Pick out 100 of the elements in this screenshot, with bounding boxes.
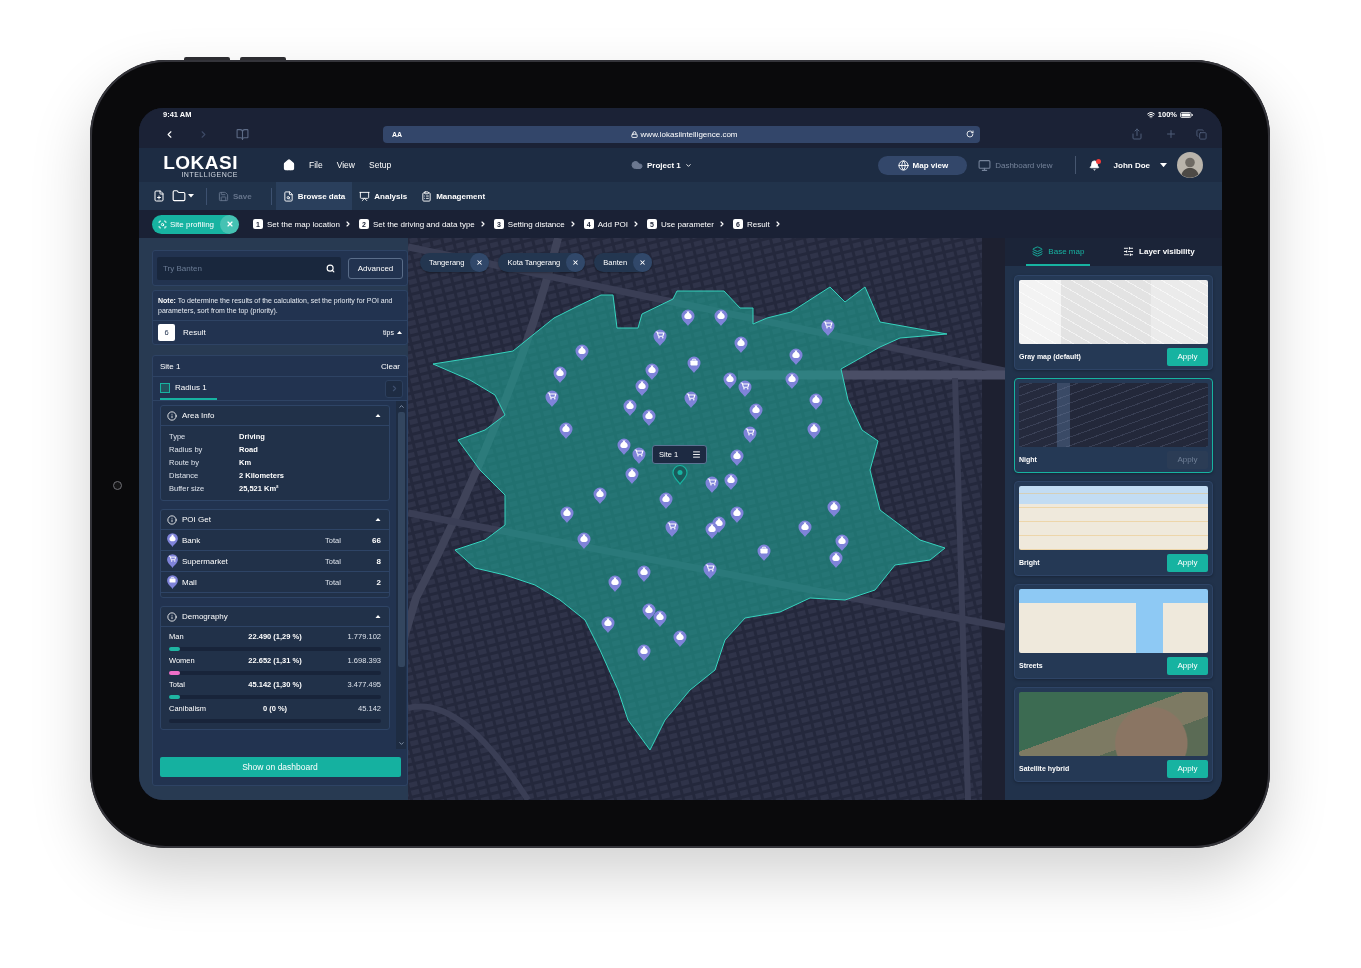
money-bag-pin-icon[interactable] (724, 473, 738, 490)
info-icon (167, 514, 177, 525)
money-bag-pin-icon[interactable] (723, 372, 737, 389)
avatar-icon[interactable] (1177, 152, 1203, 178)
money-bag-pin-icon[interactable] (730, 449, 744, 466)
menu-icon[interactable] (692, 450, 702, 459)
step-label[interactable]: Set the driving and data type (372, 219, 475, 229)
clear-button[interactable]: Clear (380, 361, 400, 371)
scan-search-icon (158, 219, 167, 229)
frame-ridge (240, 57, 286, 60)
new-file-icon[interactable] (153, 190, 165, 202)
cart-pin-icon[interactable] (703, 562, 717, 579)
user-menu-button[interactable]: John Doe (1113, 160, 1167, 170)
cart-pin-icon[interactable] (665, 520, 679, 537)
advanced-button[interactable]: Advanced (348, 257, 403, 279)
money-bag-pin-icon[interactable] (608, 575, 622, 592)
money-bag-pin-icon[interactable] (637, 565, 651, 582)
money-bag-pin-icon[interactable] (625, 467, 639, 484)
money-bag-pin-icon[interactable] (560, 506, 574, 523)
money-bag-pin-icon[interactable] (798, 520, 812, 537)
step-label[interactable]: Use parameter (661, 219, 714, 229)
money-bag-pin-icon[interactable] (635, 379, 649, 396)
money-bag-pin-icon[interactable] (730, 506, 744, 523)
cart-pin-icon[interactable] (653, 329, 667, 346)
cart-pin-icon[interactable] (632, 447, 646, 464)
chevron-up-icon[interactable] (397, 403, 405, 410)
save-icon (218, 190, 229, 202)
money-bag-pin-icon[interactable] (681, 309, 695, 326)
file-search-icon (282, 190, 294, 202)
money-bag-pin-icon[interactable] (829, 551, 843, 568)
money-bag-pin-icon[interactable] (835, 534, 849, 551)
money-bag-pin-icon[interactable] (637, 644, 651, 661)
cart-pin-icon[interactable] (545, 390, 559, 407)
poi-name: Mall (182, 577, 198, 587)
step-label[interactable]: Add POI (597, 219, 628, 229)
cart-pin-icon[interactable] (684, 391, 698, 408)
search-field[interactable]: Try Banten (157, 256, 341, 280)
project-dropdown[interactable]: Project 1 (631, 159, 692, 171)
cart-pin-icon[interactable] (738, 380, 752, 397)
cart-pin-icon[interactable] (821, 319, 835, 336)
menu-item[interactable]: View (336, 160, 355, 170)
money-bag-pin-icon[interactable] (617, 438, 631, 455)
step-label[interactable]: Setting distance (507, 219, 565, 229)
money-bag-pin-icon[interactable] (642, 409, 656, 426)
scrollbar-thumb[interactable] (397, 412, 405, 667)
money-bag-pin-icon[interactable] (645, 363, 659, 380)
poi-count: 2 (375, 577, 381, 587)
bell-icon[interactable] (1088, 159, 1100, 171)
step-label[interactable]: Result (746, 219, 770, 229)
money-bag-pin-icon[interactable] (575, 344, 589, 361)
view-toggle[interactable]: Map view (877, 155, 968, 175)
money-bag-pin-icon[interactable] (705, 522, 719, 539)
cart-pin-icon[interactable] (705, 476, 719, 493)
money-bag-pin-icon[interactable] (827, 500, 841, 517)
money-bag-pin-icon[interactable] (593, 487, 607, 504)
search-icon (326, 263, 335, 273)
home-icon[interactable] (283, 159, 295, 171)
caret-down-icon (1160, 162, 1167, 168)
money-bag-pin-icon[interactable] (809, 393, 823, 410)
poi-count: 66 (371, 535, 381, 545)
menu-item[interactable]: Setup (369, 160, 392, 170)
money-bag-pin-icon[interactable] (601, 616, 615, 633)
money-bag-pin-icon[interactable] (653, 610, 667, 627)
location-pin-icon[interactable] (672, 464, 688, 485)
money-bag-pin-icon[interactable] (642, 603, 656, 620)
toolbar-tab[interactable]: Browse data (275, 182, 353, 210)
chevron-down-icon (684, 161, 692, 169)
toolbar-tab[interactable]: Management (414, 182, 493, 210)
battery-icon (1180, 111, 1193, 118)
panel-tab[interactable]: Base map (1026, 238, 1091, 266)
money-bag-pin-icon[interactable] (785, 372, 799, 389)
panel-tab[interactable]: Layer visibility (1117, 238, 1201, 266)
book-icon[interactable] (236, 127, 249, 141)
section-title: Demography (182, 612, 228, 621)
money-bag-pin-icon[interactable] (673, 630, 687, 647)
view-toggle[interactable]: Dashboard view (978, 155, 1053, 175)
money-bag-pin-icon[interactable] (659, 492, 673, 509)
camera-icon (113, 481, 122, 490)
money-bag-pin-icon[interactable] (714, 309, 728, 326)
money-bag-pin-icon[interactable] (577, 532, 591, 549)
money-bag-pin-icon[interactable] (749, 403, 763, 420)
money-bag-pin-icon[interactable] (734, 336, 748, 353)
money-bag-pin-icon[interactable] (553, 366, 567, 383)
radius-tab[interactable]: Radius 1 (160, 377, 217, 400)
close-icon[interactable] (220, 214, 240, 234)
briefcase-pin-icon[interactable] (757, 544, 771, 561)
money-bag-pin-icon[interactable] (623, 399, 637, 416)
reload-icon[interactable] (966, 130, 974, 138)
menu-item[interactable]: File (309, 160, 323, 170)
money-bag-pin-icon[interactable] (559, 422, 573, 439)
money-bag-pin-icon[interactable] (789, 348, 803, 365)
cart-pin-icon[interactable] (743, 426, 757, 443)
color-swatch-icon (160, 382, 170, 393)
chevron-down-icon[interactable] (397, 740, 405, 747)
step-label[interactable]: Set the map location (267, 219, 340, 229)
cloud-icon (631, 159, 643, 171)
briefcase-pin-icon[interactable] (687, 356, 701, 373)
toolbar-tab[interactable]: Analysis (352, 182, 415, 210)
money-bag-pin-icon[interactable] (807, 422, 821, 439)
folder-icon[interactable] (172, 189, 186, 203)
